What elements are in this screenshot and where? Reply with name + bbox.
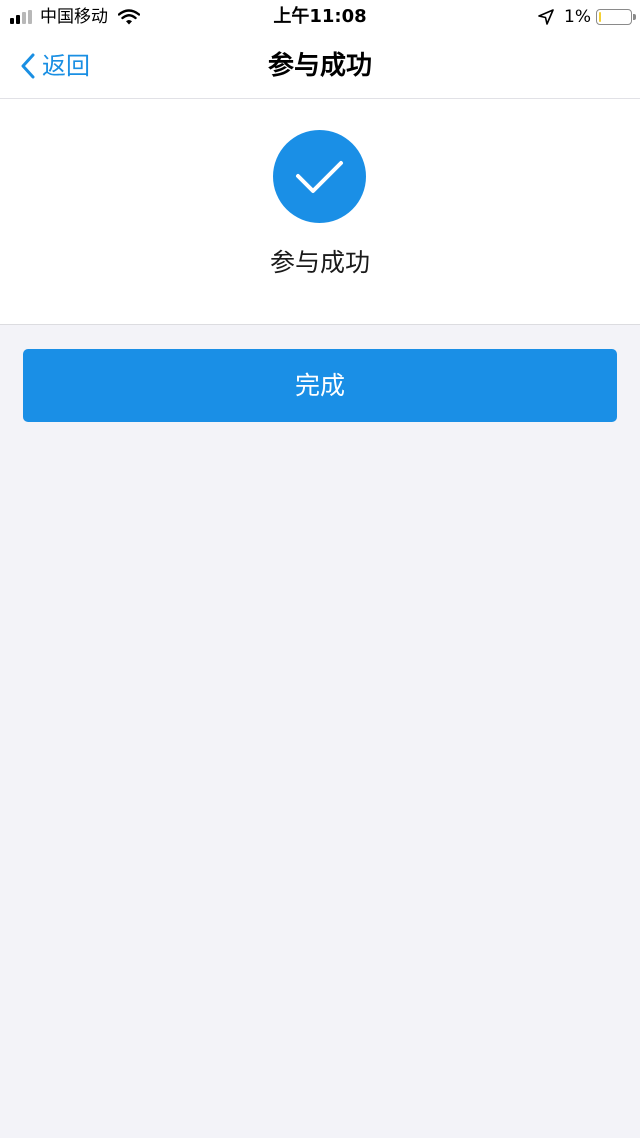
checkmark-circle-icon	[273, 130, 366, 223]
status-bar: 中国移动 上午11:08 1%	[0, 0, 640, 34]
battery-percent: 1%	[564, 7, 591, 27]
result-card: 参与成功	[0, 99, 640, 325]
battery-icon	[596, 9, 636, 25]
battery-level	[599, 12, 601, 22]
done-button[interactable]: 完成	[23, 349, 617, 422]
back-button[interactable]: 返回	[20, 34, 90, 98]
status-right: 1%	[538, 5, 636, 29]
chevron-left-icon	[21, 53, 35, 79]
nav-bar: 参与成功 返回	[0, 34, 640, 99]
checkmark-icon	[296, 161, 343, 193]
back-label: 返回	[42, 52, 90, 80]
location-arrow-icon	[538, 9, 554, 25]
result-message: 参与成功	[269, 248, 370, 277]
page-title: 参与成功	[267, 51, 372, 81]
